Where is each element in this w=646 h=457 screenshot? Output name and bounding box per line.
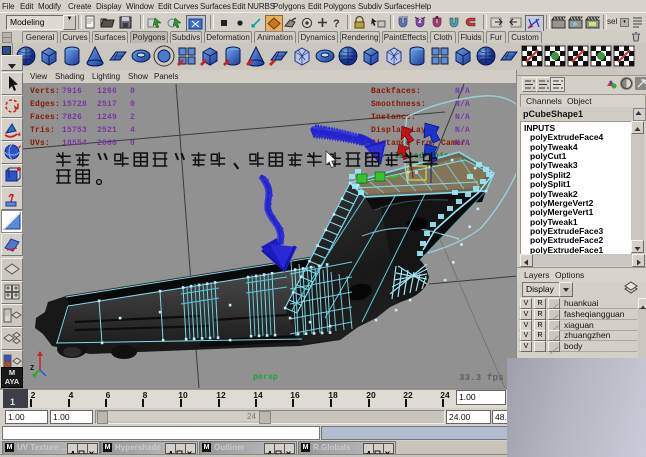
svg-text:UVs:: UVs: [30,139,50,148]
svg-text:Backfaces:: Backfaces: [371,87,421,96]
svg-text:1266: 1266 [97,87,117,96]
svg-text:Smoothness:: Smoothness: [371,100,426,109]
svg-text:N/A: N/A [455,126,470,135]
svg-text:1249: 1249 [97,113,117,122]
svg-text:7916: 7916 [62,87,82,96]
svg-text:N/A: N/A [455,113,470,122]
svg-text:Verts:: Verts: [30,87,60,96]
svg-text:Z: Z [30,365,34,373]
svg-text:15753: 15753 [62,126,87,135]
svg-text:10554: 10554 [62,139,87,148]
svg-text:Tris:: Tris: [30,126,55,135]
svg-text:33.3 fps: 33.3 fps [459,373,504,383]
svg-text:2: 2 [418,18,422,25]
svg-text:Edges:: Edges: [30,100,60,109]
svg-text:N/A: N/A [455,139,470,148]
svg-text:N/A: N/A [455,100,470,109]
svg-text:0: 0 [130,100,135,109]
svg-text:Instance:: Instance: [371,113,416,122]
svg-text:15728: 15728 [62,100,87,109]
svg-text:Display Lay: Display Lay [371,126,426,135]
svg-text:0: 0 [130,87,135,96]
svg-text:7826: 7826 [62,113,82,122]
svg-text:0: 0 [130,139,135,148]
svg-text:N/A: N/A [455,87,470,96]
svg-text:persp: persp [253,373,278,382]
svg-text:2: 2 [130,113,135,122]
svg-text:2517: 2517 [97,100,117,109]
svg-text:2060: 2060 [97,139,117,148]
svg-text:2521: 2521 [97,126,117,135]
svg-text:?: ? [333,18,340,29]
svg-text:4: 4 [130,126,135,135]
svg-text:Faces:: Faces: [30,113,60,122]
